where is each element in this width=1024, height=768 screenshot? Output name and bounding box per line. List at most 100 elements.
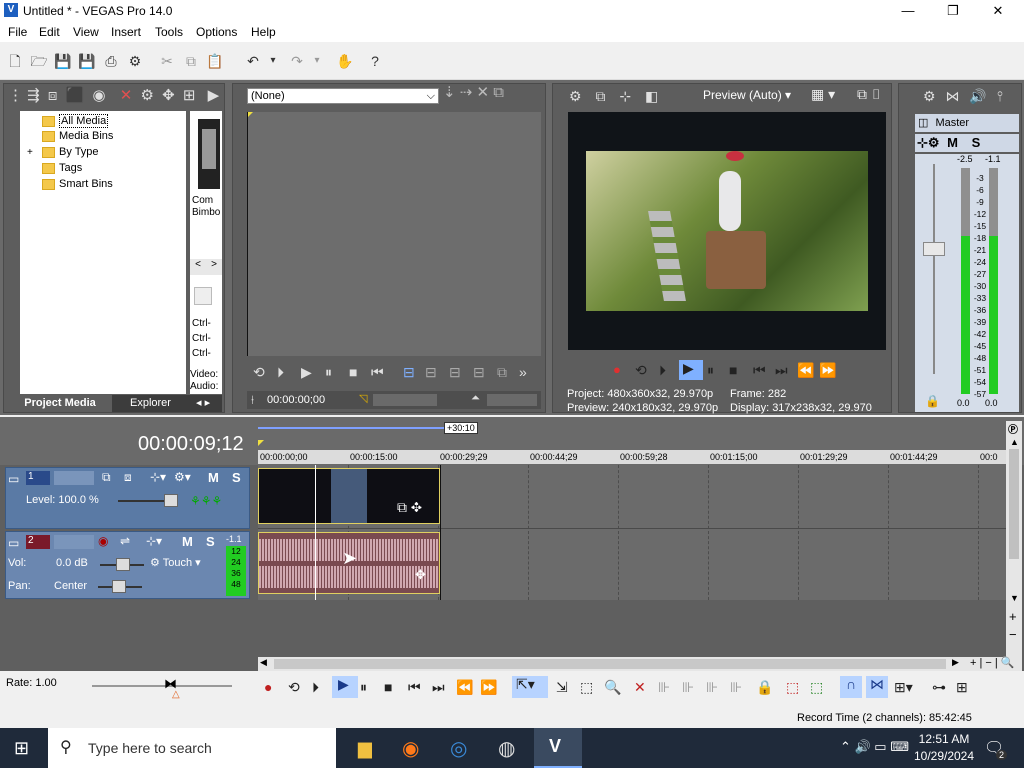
record-icon[interactable]: ●: [264, 679, 272, 695]
mixer-icon[interactable]: ⫯: [997, 88, 1003, 104]
more-icon[interactable]: ▶: [208, 87, 220, 104]
search-box[interactable]: ⚲ Type here to search: [48, 728, 336, 768]
audio-track-header[interactable]: ▭ 2 ◉ ⇌ ⊹▾ M S Vol: 0.0 dB ⚙ Touch ▾ Pan…: [5, 531, 250, 599]
clock-date[interactable]: 10/29/2024: [910, 749, 978, 763]
invert-phase-icon[interactable]: ⇌: [120, 534, 130, 548]
stop-icon[interactable]: ■: [729, 362, 737, 378]
properties-icon[interactable]: ⚙: [126, 52, 144, 70]
render-icon[interactable]: ⎙: [102, 52, 120, 70]
scroll-up-icon[interactable]: ▲: [1010, 437, 1019, 447]
region-insert-icon[interactable]: ⬚: [810, 679, 823, 696]
event-pan-crop-icon[interactable]: ⧉ ✥: [397, 499, 422, 516]
pause-icon[interactable]: ⏸: [325, 364, 332, 381]
undo-icon[interactable]: ↶: [244, 52, 262, 70]
open-icon[interactable]: 🗁: [30, 52, 48, 70]
track-solo-button[interactable]: S: [206, 534, 215, 549]
track-minimize-icon[interactable]: ▭: [8, 536, 19, 550]
media-fx-icon[interactable]: ⚙: [141, 87, 154, 104]
envelope-tool-icon[interactable]: ⇲: [556, 679, 568, 696]
settings-icon[interactable]: ⚙: [569, 88, 582, 104]
loop-playback-icon[interactable]: ⟲: [288, 679, 300, 696]
save-as-icon[interactable]: 💾: [78, 52, 96, 70]
next-frame-icon[interactable]: ⏩: [819, 362, 836, 379]
windows-start-icon[interactable]: ⊞: [14, 738, 29, 759]
scroll-down-icon[interactable]: ▼: [1010, 593, 1019, 603]
settings-icon[interactable]: ⚙: [923, 88, 936, 104]
record-icon[interactable]: ●: [613, 362, 621, 377]
undo-dropdown-icon[interactable]: ▾: [264, 52, 282, 70]
preview-more-icon[interactable]: ⧉ ▯: [857, 86, 882, 103]
tree-item-tags[interactable]: Tags: [42, 162, 82, 174]
automation-mode[interactable]: ⚙ Touch ▾: [150, 556, 201, 569]
track-fx-icon[interactable]: ⊹▾: [146, 534, 162, 548]
composite-mode-icon[interactable]: ⚘⚘⚘: [190, 494, 222, 508]
enable-snapping-icon[interactable]: ✋: [336, 52, 354, 70]
redo-icon[interactable]: ↷: [288, 52, 306, 70]
close-button[interactable]: ✕: [983, 2, 1013, 20]
tree-item-smart-bins[interactable]: Smart Bins: [42, 178, 113, 190]
trim-icon[interactable]: ⊪: [658, 679, 670, 696]
arm-record-icon[interactable]: ◉: [98, 534, 108, 548]
lock-envelopes-icon[interactable]: ⊶: [932, 679, 946, 696]
vol-slider-thumb[interactable]: [116, 558, 130, 571]
menu-file[interactable]: File: [8, 25, 27, 39]
track-view[interactable]: ⧉ ✥ ✥ ➤: [258, 465, 1006, 655]
tab-explorer[interactable]: Explorer: [130, 397, 171, 409]
tree-item-all-media[interactable]: All Media: [42, 114, 109, 128]
web-icon[interactable]: ◉: [93, 87, 106, 104]
go-to-start-icon[interactable]: ⏮: [753, 362, 766, 379]
playhead[interactable]: [315, 465, 316, 600]
overwrite-icon[interactable]: ⊟: [425, 364, 437, 381]
chrome-icon[interactable]: ◎: [450, 736, 467, 761]
copy-snapshot-icon[interactable]: ◧: [645, 88, 658, 104]
previous-frame-icon[interactable]: ⏪: [456, 679, 473, 696]
track-name-field[interactable]: [54, 471, 94, 485]
insert-icon[interactable]: ⊟: [449, 364, 461, 381]
capture-icon[interactable]: ⧈: [48, 87, 58, 104]
video-event[interactable]: ⧉ ✥: [258, 468, 440, 524]
get-media-icon[interactable]: ⬛: [66, 87, 85, 104]
firefox-icon[interactable]: ◉: [402, 736, 419, 761]
next-frame-icon[interactable]: ⏩: [480, 679, 497, 696]
vegas-taskbar-button[interactable]: V: [534, 728, 582, 768]
marker-insert-icon[interactable]: ⬚: [786, 679, 799, 696]
zoom-out-icon[interactable]: −: [1009, 627, 1017, 642]
tool-icon[interactable]: [194, 287, 212, 305]
normal-edit-tool-icon[interactable]: ⇱▾: [512, 676, 548, 698]
ripple-edit-icon[interactable]: ⊞▾: [894, 679, 913, 696]
play-icon[interactable]: ▶: [679, 360, 703, 380]
grid-icon[interactable]: ▦ ▾: [811, 86, 835, 103]
menu-help[interactable]: Help: [251, 25, 276, 39]
file-explorer-icon[interactable]: ▆: [358, 738, 372, 759]
downmix-icon[interactable]: ⋈: [945, 88, 959, 104]
pause-icon[interactable]: ⏸: [707, 362, 714, 379]
master-solo-button[interactable]: S: [972, 135, 981, 150]
stop-icon[interactable]: ■: [384, 679, 392, 695]
menu-insert[interactable]: Insert: [111, 25, 141, 39]
track-solo-button[interactable]: S: [232, 470, 241, 485]
scroll-left-icon[interactable]: ◀: [260, 657, 267, 668]
split-icon[interactable]: ⊪: [730, 679, 742, 696]
maximize-button[interactable]: ❐: [938, 2, 968, 20]
event-move-icon[interactable]: ✥: [415, 567, 426, 583]
tree-item-by-type[interactable]: By Type: [42, 146, 99, 158]
go-to-start-icon[interactable]: ⏮: [408, 679, 421, 696]
master-fader[interactable]: [923, 242, 945, 256]
automation-icon[interactable]: ⊹⚙: [917, 135, 940, 150]
master-mute-button[interactable]: M: [947, 135, 958, 150]
fit-icon[interactable]: ⊟: [473, 364, 485, 381]
go-to-end-icon[interactable]: ⏭: [775, 362, 788, 379]
loop-playback-icon[interactable]: ⟲: [635, 362, 647, 379]
empty-track-area[interactable]: [258, 600, 1006, 655]
lock-icon[interactable]: 🔒: [925, 394, 940, 408]
scroll-right-icon[interactable]: ▶: [952, 657, 959, 668]
trim-start-icon[interactable]: ⊪: [682, 679, 694, 696]
track-name-field[interactable]: [54, 535, 94, 549]
views-icon[interactable]: ⊞: [183, 87, 196, 104]
previous-media-button[interactable]: <: [195, 259, 201, 275]
play-icon[interactable]: ▶: [301, 364, 312, 381]
delete-icon[interactable]: ✕: [634, 679, 646, 696]
redo-dropdown-icon[interactable]: ▾: [308, 52, 326, 70]
snapping-icon[interactable]: ∩: [840, 676, 862, 698]
horizontal-scrollbar[interactable]: ◀ ▶ + | − | 🔍: [258, 657, 1022, 671]
